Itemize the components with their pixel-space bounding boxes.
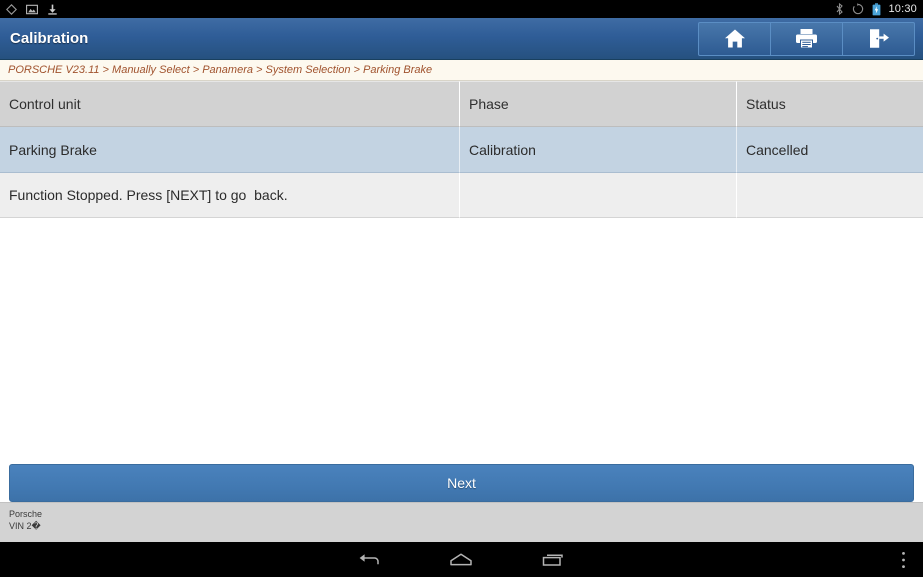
column-header-phase: Phase [460, 81, 737, 127]
android-nav-bar [0, 542, 923, 577]
cell-message-status [737, 173, 923, 218]
exit-icon [867, 28, 890, 49]
exit-button[interactable] [843, 23, 914, 55]
bluetooth-icon [835, 3, 844, 15]
toolbar [698, 21, 915, 56]
cell-message: Function Stopped. Press [NEXT] to go bac… [0, 173, 460, 218]
app-window: 10:30 Calibration PORSCHE V23.11 > Manua… [0, 0, 923, 577]
cell-message-phase [460, 173, 737, 218]
download-icon [47, 4, 58, 15]
screenshot-icon [26, 4, 38, 15]
back-icon [358, 552, 380, 568]
cell-status: Cancelled [737, 127, 923, 173]
home-icon [724, 28, 746, 49]
printer-icon [795, 28, 818, 49]
cell-phase: Calibration [460, 127, 737, 173]
nav-back-button[interactable] [337, 542, 401, 577]
battery-icon [872, 2, 881, 16]
column-header-control-unit: Control unit [0, 81, 460, 127]
home-button[interactable] [699, 22, 771, 55]
home-icon [449, 552, 473, 568]
next-button-label: Next [447, 475, 476, 491]
cell-control-unit: Parking Brake [0, 127, 460, 173]
status-bar-left-icons [6, 3, 67, 15]
content-area [0, 218, 923, 464]
breadcrumb: PORSCHE V23.11 > Manually Select > Panam… [0, 60, 923, 81]
app-title-bar: Calibration [0, 18, 923, 60]
page-title: Calibration [10, 30, 89, 47]
footer-vin: VIN 2� [9, 521, 41, 531]
recents-icon [541, 552, 565, 568]
nav-recents-button[interactable] [521, 542, 585, 577]
vehicle-info-footer: Porsche VIN 2� [0, 502, 923, 542]
status-bar-clock: 10:30 [888, 3, 917, 15]
print-button[interactable] [771, 22, 843, 55]
action-bar: Next [0, 464, 923, 502]
table-row[interactable]: Parking Brake Calibration Cancelled [0, 127, 923, 173]
table-row-message: Function Stopped. Press [NEXT] to go bac… [0, 173, 923, 218]
location-outline-icon [6, 3, 17, 15]
next-button[interactable]: Next [9, 464, 914, 502]
results-table: Control unit Phase Status Parking Brake … [0, 81, 923, 218]
overflow-menu-icon [901, 551, 906, 569]
breadcrumb-text: PORSCHE V23.11 > Manually Select > Panam… [8, 64, 433, 76]
android-status-bar: 10:30 [0, 0, 923, 18]
rotation-lock-icon [852, 3, 864, 15]
nav-overflow-menu-button[interactable] [883, 542, 923, 577]
nav-home-button[interactable] [429, 542, 493, 577]
footer-vehicle: Porsche [9, 509, 43, 519]
status-bar-right-icons: 10:30 [827, 2, 917, 16]
column-header-status: Status [737, 81, 923, 127]
table-header-row: Control unit Phase Status [0, 81, 923, 127]
